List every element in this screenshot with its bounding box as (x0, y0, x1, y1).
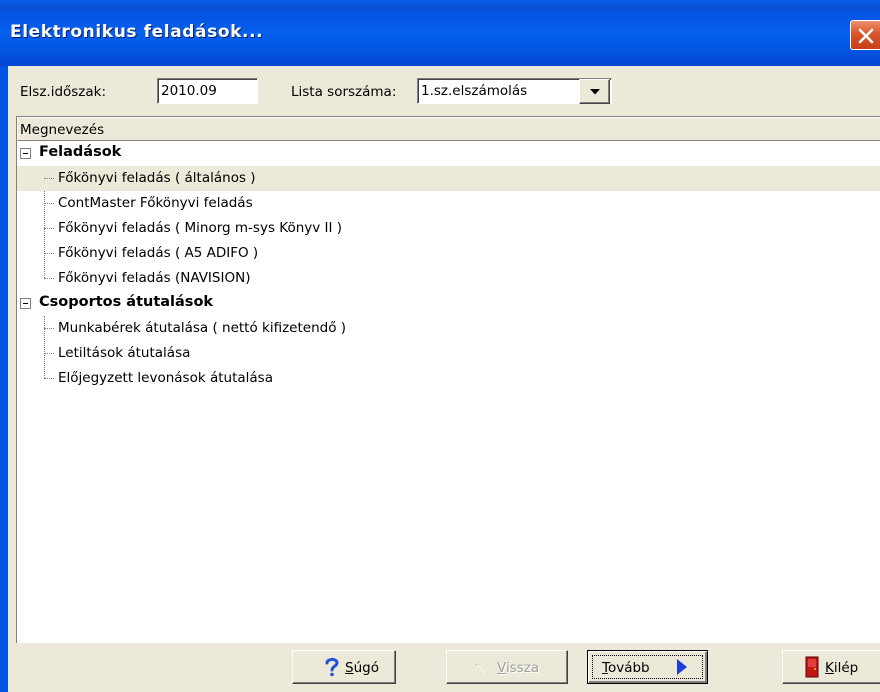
exit-door-icon (805, 656, 819, 678)
collapse-toggle-icon[interactable] (20, 298, 31, 309)
tree-item-label: Főkönyvi feladás ( általános ) (58, 170, 256, 186)
tree-item[interactable]: Főkönyvi feladás ( A5 ADIFO ) (17, 241, 880, 266)
close-icon (858, 28, 874, 44)
tree-item-label: Főkönyvi feladás (NAVISION) (58, 270, 251, 286)
dialog-client-area: Elsz.időszak: 2010.09 Lista sorszáma: 1.… (8, 66, 880, 692)
tree-item[interactable]: Főkönyvi feladás ( Minorg m-sys Könyv II… (17, 216, 880, 241)
tree-item[interactable]: Munkabérek átutalása ( nettó kifizetendő… (17, 316, 880, 341)
period-label: Elsz.időszak: (20, 84, 107, 100)
next-button-label: Tovább (602, 660, 650, 676)
period-value: 2010.09 (161, 83, 217, 99)
exit-button-label: Kilép (825, 660, 859, 676)
window-title: Elektronikus feladások... (10, 22, 264, 42)
tree-group-label: Feladások (39, 144, 122, 160)
tree-item[interactable]: ContMaster Főkönyvi feladás (17, 191, 880, 216)
collapse-toggle-icon[interactable] (20, 148, 31, 159)
help-button-label: Súgó (345, 660, 379, 676)
tree-view[interactable]: Feladások Főkönyvi feladás ( általános )… (17, 141, 880, 643)
back-button-label: Vissza (497, 660, 540, 676)
tree-item-label: Előjegyzett levonások átutalása (58, 370, 273, 386)
list-select[interactable]: 1.sz.elszámolás (417, 78, 612, 104)
exit-button[interactable]: Kilép (782, 650, 880, 684)
title-bar[interactable]: Elektronikus feladások... (0, 0, 880, 66)
list-label: Lista sorszáma: (291, 84, 397, 100)
help-button[interactable]: Súgó (292, 650, 396, 684)
tree-group-csoportos-atutalasok[interactable]: Csoportos átutalások (17, 291, 880, 316)
tree-group-feladasok[interactable]: Feladások (17, 141, 880, 166)
tree-item-label: ContMaster Főkönyvi feladás (58, 195, 253, 211)
chevron-down-icon (590, 89, 600, 95)
close-button[interactable] (850, 20, 880, 50)
button-bar: Súgó Vissza Tovább Kilép (16, 643, 880, 692)
period-input[interactable]: 2010.09 (157, 78, 258, 104)
next-button[interactable]: Tovább (587, 650, 708, 684)
column-header[interactable]: Megnevezés (17, 117, 880, 141)
back-arrow-icon (475, 663, 486, 674)
back-button[interactable]: Vissza (446, 650, 568, 684)
next-arrow-icon (677, 659, 687, 675)
tree-panel: Megnevezés Feladások Főkönyvi feladás ( … (16, 116, 880, 643)
tree-group-label: Csoportos átutalások (39, 294, 214, 310)
tree-item[interactable]: Főkönyvi feladás ( általános ) (17, 166, 880, 191)
window-frame-left (0, 66, 8, 692)
tree-item[interactable]: Főkönyvi feladás (NAVISION) (17, 266, 880, 291)
tree-item-label: Főkönyvi feladás ( Minorg m-sys Könyv II… (58, 220, 343, 236)
tree-item[interactable]: Letiltások átutalása (17, 341, 880, 366)
tree-item-label: Munkabérek átutalása ( nettó kifizetendő… (58, 320, 347, 336)
tree-item[interactable]: Előjegyzett levonások átutalása (17, 366, 880, 391)
list-value: 1.sz.elszámolás (421, 83, 528, 99)
column-header-label: Megnevezés (20, 122, 105, 138)
help-question-icon (325, 657, 339, 677)
tree-item-label: Főkönyvi feladás ( A5 ADIFO ) (58, 245, 259, 261)
list-dropdown-button[interactable] (579, 79, 610, 104)
tree-item-label: Letiltások átutalása (58, 345, 191, 361)
